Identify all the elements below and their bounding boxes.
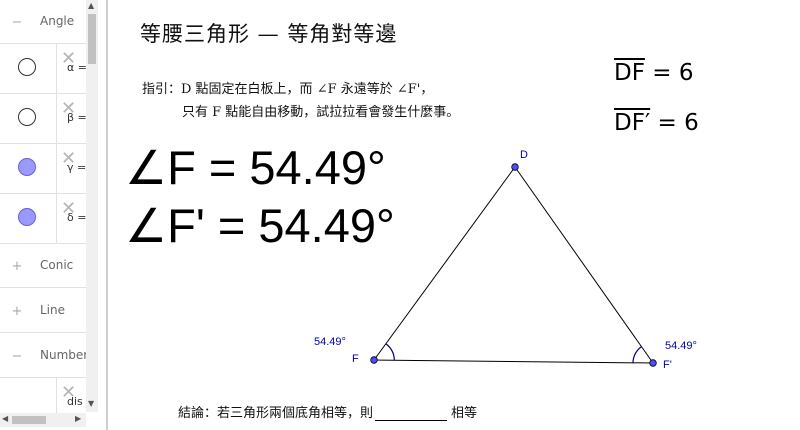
scroll-down-icon[interactable]: ▼: [88, 399, 94, 408]
angle-F2-readout[interactable]: ∠F' = 54.49°: [125, 198, 395, 254]
category-label: Angle: [40, 14, 75, 28]
object-value[interactable]: dis: [67, 395, 87, 408]
segment-DF2-name: DF′: [614, 110, 651, 136]
visibility-toggle[interactable]: [18, 158, 36, 176]
category-number[interactable]: − Number: [0, 334, 89, 378]
algebra-view: − Angle ✕ α = ✕ β = ✕ γ = ✕ δ = + Conic …: [0, 0, 98, 430]
expand-icon[interactable]: +: [11, 260, 23, 273]
angle-label-F: 54.49°: [314, 336, 346, 348]
conclusion-suffix: 相等: [451, 406, 478, 421]
point-label-F: F: [352, 353, 359, 365]
scroll-up-icon[interactable]: ▲: [88, 1, 94, 10]
segment-DF-readout[interactable]: DF = 6: [614, 60, 694, 86]
divider: [56, 144, 57, 193]
angle-arc-F2[interactable]: [632, 346, 642, 363]
scroll-right-icon[interactable]: ▶: [75, 414, 81, 423]
category-label: Number: [40, 348, 89, 362]
category-label: Conic: [40, 258, 74, 272]
page-title: 等腰三角形 — 等角對等邊: [140, 22, 398, 46]
angle-arc-F[interactable]: [385, 343, 395, 361]
answer-blank[interactable]: [375, 406, 448, 421]
conclusion-prefix: 結論：若三角形兩個底角相等，則: [178, 406, 374, 421]
segment-DF[interactable]: [373, 166, 516, 361]
scroll-thumb[interactable]: [12, 416, 46, 424]
equals-sign: =: [652, 60, 672, 86]
collapse-icon[interactable]: −: [11, 16, 23, 29]
divider: [56, 194, 57, 243]
visibility-toggle[interactable]: [18, 208, 36, 226]
divider: [56, 44, 57, 93]
guide-text-line2: 只有 F 點能自由移動，試拉拉看會發生什麼事。: [182, 105, 460, 120]
object-row-alpha[interactable]: ✕ α =: [0, 44, 87, 94]
expand-icon[interactable]: +: [11, 305, 23, 318]
object-value[interactable]: α =: [67, 61, 87, 74]
collapse-icon[interactable]: −: [11, 350, 23, 363]
object-row-beta[interactable]: ✕ β =: [0, 94, 87, 144]
visibility-toggle[interactable]: [18, 108, 36, 126]
segment-DF-name: DF: [614, 60, 645, 86]
guide-text-line1: 指引：D 點固定在白板上，而 ∠F 永遠等於 ∠F'，: [142, 82, 434, 97]
category-label: Line: [40, 303, 66, 317]
divider: [56, 94, 57, 143]
angle-F-readout[interactable]: ∠F = 54.49°: [125, 140, 386, 196]
equals-sign: =: [657, 110, 677, 136]
vertical-scrollbar[interactable]: ▲ ▼: [86, 0, 98, 412]
category-line[interactable]: + Line: [0, 289, 86, 333]
point-D[interactable]: [511, 163, 519, 171]
object-row-gamma[interactable]: ✕ γ =: [0, 144, 86, 194]
visibility-toggle[interactable]: [18, 58, 36, 76]
category-angle[interactable]: − Angle: [0, 0, 86, 44]
angle-label-F2: 54.49°: [665, 340, 697, 352]
segment-DF-value: 6: [678, 60, 694, 86]
segment-FF2[interactable]: [373, 359, 654, 364]
scroll-left-icon[interactable]: ◀: [2, 414, 8, 423]
point-F2[interactable]: [649, 359, 657, 367]
segment-DF2-readout[interactable]: DF′ = 6: [614, 110, 699, 136]
segment-DF2-value: 6: [684, 110, 699, 136]
object-row-delta[interactable]: ✕ δ =: [0, 194, 86, 244]
scroll-thumb[interactable]: [88, 14, 96, 64]
conclusion-text: 結論：若三角形兩個底角相等，則 相等: [178, 402, 477, 421]
point-label-F2: F': [663, 359, 672, 371]
point-F[interactable]: [370, 356, 378, 364]
object-value[interactable]: β =: [67, 111, 87, 124]
graphics-view[interactable]: D F F' 54.49° 54.49° 等腰三角形 — 等角對等邊 指引：D …: [108, 0, 800, 430]
horizontal-scrollbar[interactable]: ◀ ▶: [0, 413, 86, 427]
object-value[interactable]: δ =: [67, 211, 87, 224]
segment-DF2[interactable]: [514, 166, 654, 364]
point-label-D: D: [520, 149, 528, 161]
object-value[interactable]: γ =: [67, 161, 87, 174]
category-conic[interactable]: + Conic: [0, 244, 86, 288]
